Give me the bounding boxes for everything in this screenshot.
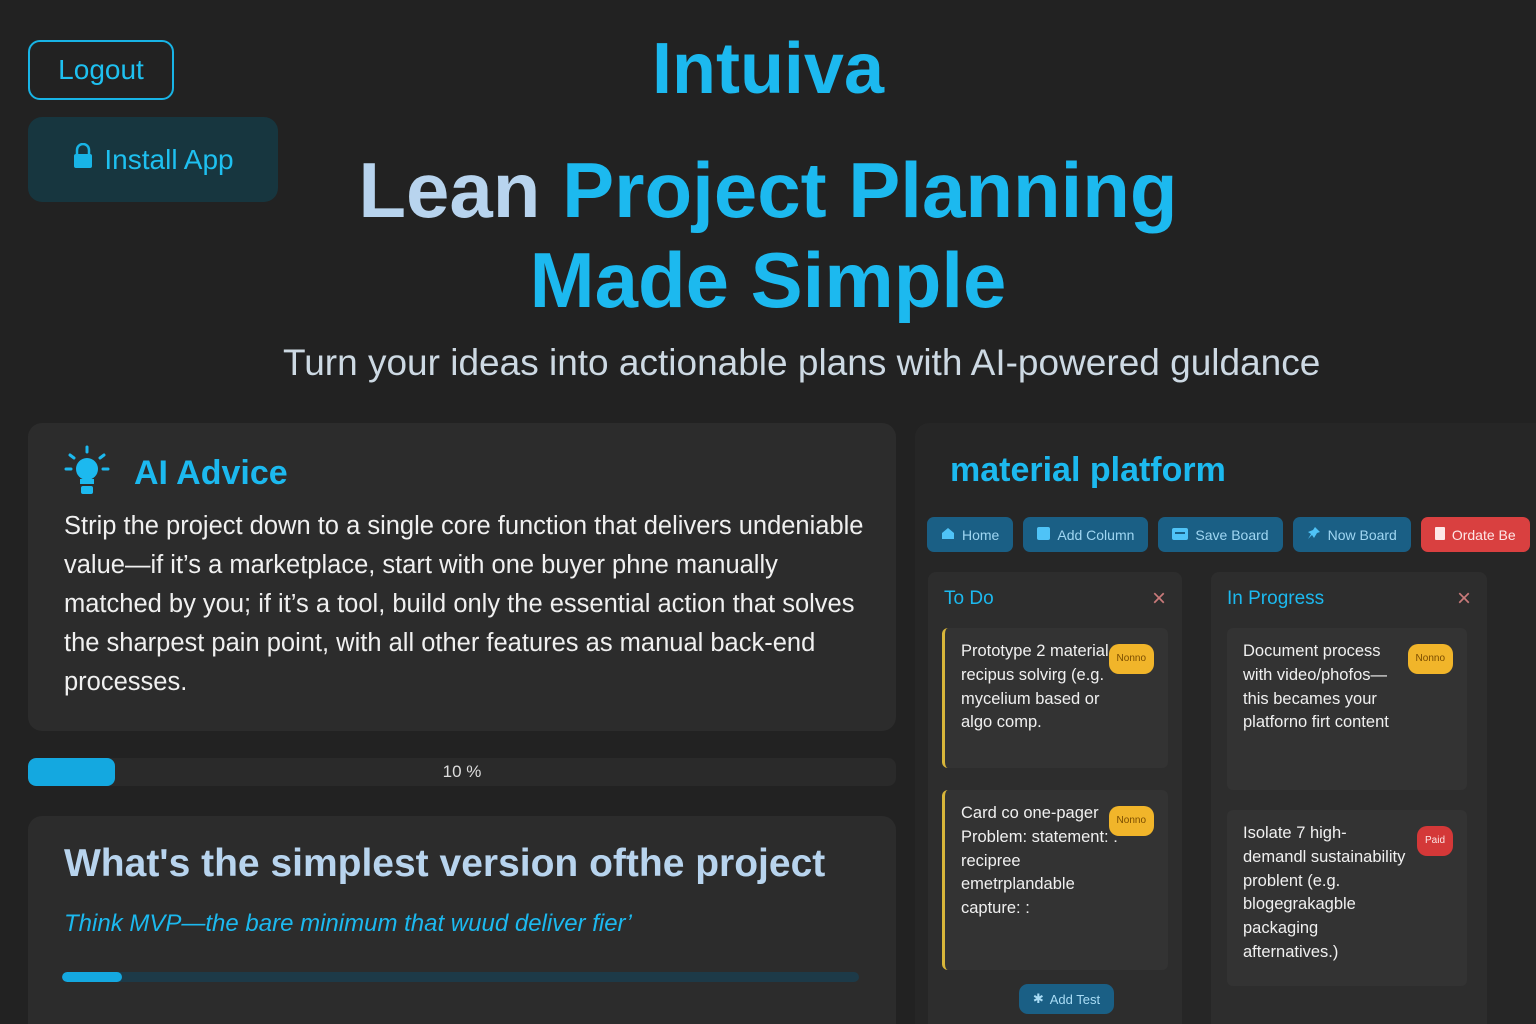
column-header: In Progress × (1227, 587, 1471, 611)
add-column-button[interactable]: Add Column (1023, 517, 1149, 552)
overall-progress-bar: 10 % (28, 758, 896, 786)
priority-badge: Nonno (1108, 806, 1154, 836)
task-text: Isolate 7 high-demandl sustainability pr… (1243, 824, 1406, 961)
save-board-button[interactable]: Save Board (1158, 517, 1283, 552)
new-board-label: Now Board (1327, 526, 1397, 543)
question-hint: Think MVP—the bare minimum that wuud del… (64, 910, 632, 937)
task-card[interactable]: Document process with video/phofos— this… (1227, 628, 1467, 790)
hero-accent-words: Project Planning (562, 146, 1178, 234)
column-in-progress: In Progress × Document process with vide… (1211, 572, 1487, 1024)
hero-heading: Lean Project Planning Made Simple (0, 145, 1536, 325)
home-button-label: Home (962, 526, 1000, 543)
hero-subtitle: Turn your ideas into actionable plans wi… (283, 342, 1321, 383)
delete-board-button[interactable]: Ordate Be (1420, 517, 1530, 552)
board-title: material platform (950, 451, 1226, 489)
ai-advice-text: Strip the project down to a single core … (64, 512, 864, 696)
trash-icon (1434, 526, 1445, 543)
status-badge: Paid (1416, 826, 1453, 856)
column-title: To Do (944, 588, 994, 609)
column-header: To Do × (944, 587, 1166, 611)
question-progress-fill (62, 972, 122, 982)
sparkle-icon: ✱ (1032, 991, 1044, 1006)
delete-board-label: Ordate Be (1451, 526, 1516, 543)
task-text: Prototype 2 material recipus solvirg (e.… (961, 642, 1109, 732)
progress-label: 10 % (442, 762, 482, 781)
board-toolbar: Home Add Column Save Board Now Board Ord… (927, 517, 1530, 552)
home-icon (941, 527, 955, 543)
hero-plain-word: Lean (358, 146, 541, 234)
priority-badge: Nonno (1407, 644, 1453, 674)
column-todo: To Do × Prototype 2 material recipus sol… (928, 572, 1182, 1024)
ai-advice-title: AI Advice (134, 454, 288, 492)
add-column-icon (1037, 526, 1051, 543)
home-button[interactable]: Home (927, 517, 1014, 552)
brand-title: Intuiva (651, 29, 885, 109)
lightbulb-icon (64, 445, 110, 502)
priority-badge: Nonno (1108, 644, 1154, 674)
hero-line-two: Made Simple (529, 236, 1007, 324)
close-icon[interactable]: × (1457, 587, 1471, 611)
column-title: In Progress (1227, 588, 1325, 609)
close-icon[interactable]: × (1152, 587, 1166, 611)
kanban-board: material platform Home Add Column Save B… (915, 423, 1536, 1024)
add-task-label: Add Test (1049, 991, 1101, 1007)
add-task-button[interactable]: ✱ Add Test (1019, 984, 1114, 1014)
question-progress-bar (62, 972, 859, 982)
task-text: Document process with video/phofos— this… (1243, 642, 1389, 732)
task-card[interactable]: Prototype 2 material recipus solvirg (e.… (942, 628, 1168, 768)
task-text: Card co one-pager Problem: statement: : … (961, 804, 1118, 918)
pin-icon (1307, 526, 1321, 543)
ai-advice-card: AI Advice Strip the project down to a si… (28, 423, 896, 731)
save-board-label: Save Board (1195, 526, 1269, 543)
ai-advice-header: AI Advice (64, 445, 288, 502)
add-column-label: Add Column (1057, 526, 1135, 543)
task-card[interactable]: Isolate 7 high-demandl sustainability pr… (1227, 810, 1467, 986)
save-icon (1172, 527, 1189, 543)
question-card: What's the simplest version ofthe projec… (28, 816, 896, 1024)
question-title: What's the simplest version ofthe projec… (64, 842, 826, 885)
task-card[interactable]: Card co one-pager Problem: statement: : … (942, 790, 1168, 970)
new-board-button[interactable]: Now Board (1292, 517, 1411, 552)
